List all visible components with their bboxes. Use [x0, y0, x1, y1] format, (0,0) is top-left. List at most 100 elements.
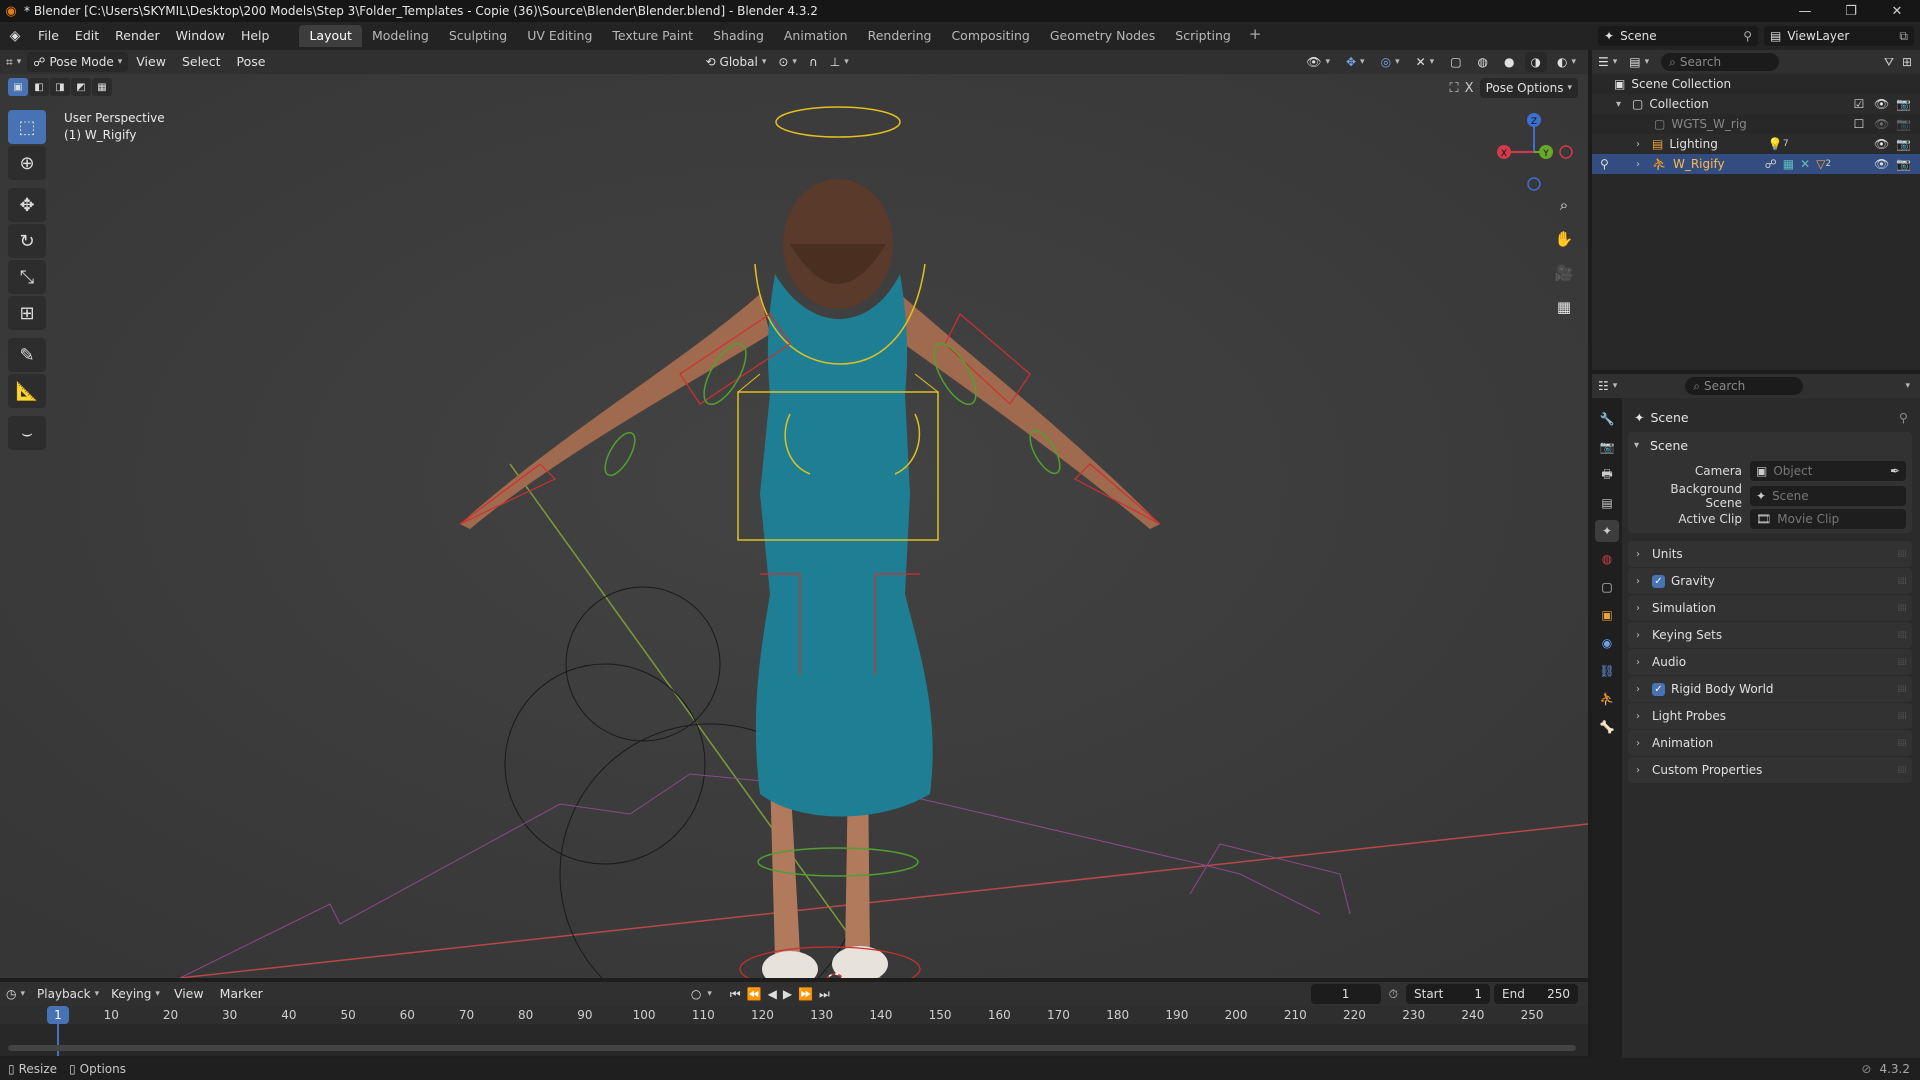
snap-toggle[interactable]: ∩: [803, 52, 824, 72]
rotate-tool-icon[interactable]: ↻: [8, 224, 46, 258]
scene-tab-icon[interactable]: ✦: [1595, 520, 1619, 542]
tab-sculpting[interactable]: Sculpting: [439, 25, 517, 47]
rigid-body-world-checkbox[interactable]: ✓: [1652, 682, 1665, 696]
playhead[interactable]: 1: [47, 1006, 69, 1024]
eye-icon[interactable]: 👁: [1874, 137, 1889, 151]
timeline[interactable]: 10 20 30 40 50 60 70 80 90 100 110 120 130 140 150 160 1…: [0, 1006, 1588, 1056]
eyedropper-icon[interactable]: ✒: [1890, 464, 1900, 478]
properties-editor-type-button[interactable]: ☷ ▾: [1592, 376, 1623, 396]
timeline-scrollbar[interactable]: [8, 1045, 1576, 1051]
panel-simulation[interactable]: › Simulation ⁞⁞⁞⁞: [1628, 595, 1912, 621]
camera-field[interactable]: ▣ Object ✒: [1750, 460, 1906, 481]
tab-geometry-nodes[interactable]: Geometry Nodes: [1040, 25, 1165, 47]
bone-tab-icon[interactable]: 🦴: [1595, 716, 1619, 738]
move-tool-icon[interactable]: ✥: [8, 188, 46, 222]
select-invert-icon[interactable]: ◩: [71, 78, 91, 96]
checkbox-icon[interactable]: ☐: [1852, 117, 1866, 131]
camera-icon[interactable]: 📷: [1896, 157, 1911, 171]
tab-scripting[interactable]: Scripting: [1165, 25, 1241, 47]
camera-icon[interactable]: 📷: [1896, 97, 1911, 111]
drag-grip-icon[interactable]: ⁞⁞⁞⁞: [1897, 765, 1907, 776]
outliner-row-wgts[interactable]: ▢ WGTS_W_rig ☐ 👁 📷: [1592, 114, 1920, 134]
pose-options-dropdown[interactable]: Pose Options ▾: [1479, 78, 1578, 98]
playback-menu[interactable]: Playback ▾: [31, 984, 105, 1004]
maximize-button[interactable]: ❐: [1828, 0, 1874, 22]
record-button[interactable]: ○: [691, 987, 701, 1001]
ortho-grid-icon[interactable]: ▦: [1550, 294, 1578, 320]
pin-icon[interactable]: ⚲: [1743, 29, 1752, 43]
cursor-tool-icon[interactable]: ⊕: [8, 146, 46, 180]
pin-icon[interactable]: ⚲: [1899, 410, 1908, 425]
filter-icon[interactable]: ⛛: [1884, 55, 1894, 70]
panel-rigid-body-world[interactable]: › ✓ Rigid Body World ⁞⁞⁞⁞: [1628, 676, 1912, 702]
clock-icon[interactable]: ⏱: [1389, 987, 1398, 1002]
world-tab-icon[interactable]: ◍: [1595, 548, 1619, 570]
shading-wireframe-button[interactable]: ◍: [1472, 52, 1494, 72]
menu-edit[interactable]: Edit: [67, 25, 107, 47]
drag-grip-icon[interactable]: ⁞⁞⁞⁞: [1897, 549, 1907, 560]
gravity-checkbox[interactable]: ✓: [1652, 574, 1665, 588]
drag-grip-icon[interactable]: ⁞⁞⁞⁞: [1897, 738, 1907, 749]
tab-layout[interactable]: Layout: [299, 25, 362, 47]
active-clip-field[interactable]: 🎞 Movie Clip: [1750, 508, 1906, 529]
chevron-right-icon[interactable]: ›: [1636, 139, 1646, 150]
select-intersect-icon[interactable]: ▦: [92, 78, 112, 96]
pan-hand-icon[interactable]: ✋: [1550, 226, 1578, 252]
menu-pose[interactable]: Pose: [229, 51, 274, 73]
menu-view[interactable]: View: [128, 51, 174, 73]
outliner-row-collection[interactable]: ▾ ▢ Collection ☑ 👁 📷: [1592, 94, 1920, 114]
play-button[interactable]: ▶: [783, 987, 792, 1001]
select-box-tool-icon[interactable]: ⬚: [8, 110, 46, 144]
3d-viewport[interactable]: Z X Y ▣ ◧ ◨ ◩ ▦ User Perspective (1) W_R…: [0, 74, 1588, 978]
outliner-search[interactable]: ⌕ Search: [1661, 53, 1780, 71]
drag-grip-icon[interactable]: ⁞⁞⁞⁞: [1897, 684, 1907, 695]
drag-grip-icon[interactable]: ⁞⁞⁞⁞: [1897, 603, 1907, 614]
jump-end-button[interactable]: ⏭: [819, 987, 830, 1002]
start-frame-field[interactable]: Start 1: [1406, 984, 1490, 1004]
transform-tool-icon[interactable]: ⊞: [8, 296, 46, 330]
select-subtract-icon[interactable]: ◨: [50, 78, 70, 96]
gizmo-toggle[interactable]: ✥ ▾: [1340, 52, 1371, 72]
drag-grip-icon[interactable]: ⁞⁞⁞⁞: [1897, 657, 1907, 668]
jump-keyframe-forward-button[interactable]: ⏩: [798, 987, 813, 1001]
camera-icon[interactable]: 📷: [1896, 117, 1911, 131]
jump-start-button[interactable]: ⏮: [730, 987, 741, 1002]
physics-tab-icon[interactable]: ◉: [1595, 632, 1619, 654]
current-frame-field[interactable]: 1: [1310, 984, 1381, 1004]
drag-grip-icon[interactable]: ⁞⁞⁞⁞: [1897, 711, 1907, 722]
view-layer-tab-icon[interactable]: ▤: [1595, 492, 1619, 514]
timeline-menu-marker[interactable]: Marker: [212, 983, 271, 1005]
scene-panel-header[interactable]: ▾ Scene: [1628, 432, 1912, 458]
x-mirror-icon[interactable]: X: [1465, 81, 1474, 96]
panel-units[interactable]: › Units ⁞⁞⁞⁞: [1628, 541, 1912, 567]
view-layer-selector[interactable]: ▤ ViewLayer ⧉: [1764, 26, 1914, 46]
render-tab-icon[interactable]: 📷: [1595, 436, 1619, 458]
panel-custom-properties[interactable]: › Custom Properties ⁞⁞⁞⁞: [1628, 757, 1912, 783]
transform-orientation-dropdown[interactable]: ⟲ Global ▾: [699, 52, 772, 72]
select-new-icon[interactable]: ▣: [8, 78, 28, 96]
eye-icon[interactable]: 👁: [1874, 97, 1889, 111]
scene-selector[interactable]: ✦ Scene ⚲: [1598, 26, 1758, 46]
drag-grip-icon[interactable]: ⁞⁞⁞⁞: [1897, 630, 1907, 641]
overlays-toggle[interactable]: ◎ ▾: [1375, 52, 1406, 72]
duplicate-icon[interactable]: ⧉: [1899, 29, 1908, 44]
panel-animation[interactable]: › Animation ⁞⁞⁞⁞: [1628, 730, 1912, 756]
shading-material-button[interactable]: ◑: [1524, 52, 1547, 72]
menu-file[interactable]: File: [30, 25, 67, 47]
shading-rendered-button[interactable]: ◐ ▾: [1551, 52, 1582, 72]
shading-solid-button[interactable]: ●: [1498, 52, 1520, 72]
panel-audio[interactable]: › Audio ⁞⁞⁞⁞: [1628, 649, 1912, 675]
timeline-menu-view[interactable]: View: [166, 983, 212, 1005]
add-workspace-button[interactable]: +: [1241, 25, 1270, 47]
background-scene-field[interactable]: ✦ Scene: [1750, 485, 1906, 506]
select-extend-icon[interactable]: ◧: [29, 78, 49, 96]
bone-overlay-button[interactable]: ✕ ▾: [1410, 52, 1441, 72]
tool-tab-icon[interactable]: 🔧: [1595, 408, 1619, 430]
blender-menu-icon[interactable]: ◈: [0, 28, 30, 44]
frame-ruler[interactable]: 10 20 30 40 50 60 70 80 90 100 110 120 130 140 150 160 1…: [0, 1006, 1588, 1024]
properties-search[interactable]: ⌕ Search: [1685, 377, 1804, 395]
panel-gravity[interactable]: › ✓ Gravity ⁞⁞⁞⁞: [1628, 568, 1912, 594]
measure-tool-icon[interactable]: 📐: [8, 374, 46, 408]
tab-compositing[interactable]: Compositing: [941, 25, 1039, 47]
minimize-button[interactable]: —: [1782, 0, 1828, 22]
